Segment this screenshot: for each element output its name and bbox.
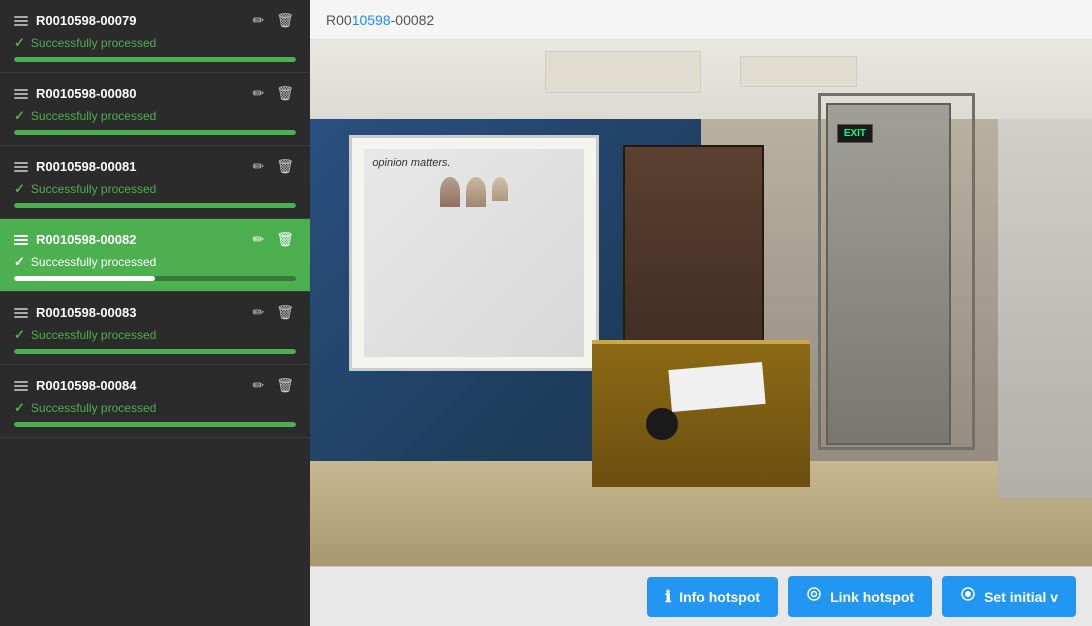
status-text: Successfully processed xyxy=(31,182,156,196)
delete-button[interactable]: 🗑 xyxy=(274,229,296,250)
item-title: R0010598-00084 xyxy=(36,378,136,393)
status-row: ✓ Successfully processed xyxy=(14,35,296,51)
link-icon xyxy=(806,586,822,607)
edit-button[interactable]: ✏ xyxy=(250,10,266,31)
pano-desk xyxy=(592,340,811,487)
pano-scene: opinion matters. EXIT xyxy=(310,40,1092,566)
list-item[interactable]: R0010598-00080 ✏ 🗑 ✓ Successfully proces… xyxy=(0,73,310,146)
check-icon: ✓ xyxy=(14,327,25,343)
drag-handle[interactable] xyxy=(14,162,28,172)
pano-papers xyxy=(668,362,765,412)
poster-people xyxy=(372,177,576,207)
item-actions: ✏ 🗑 xyxy=(250,83,296,104)
progress-bar-track xyxy=(14,57,296,62)
drag-handle[interactable] xyxy=(14,381,28,391)
delete-button[interactable]: 🗑 xyxy=(274,10,296,31)
status-text: Successfully processed xyxy=(31,401,156,415)
pano-door xyxy=(826,103,951,445)
status-row: ✓ Successfully processed xyxy=(14,108,296,124)
progress-bar-track xyxy=(14,130,296,135)
progress-bar-track xyxy=(14,349,296,354)
item-actions: ✏ 🗑 xyxy=(250,302,296,323)
corridor-wall xyxy=(998,119,1092,498)
sidebar: R0010598-00079 ✏ 🗑 ✓ Successfully proces… xyxy=(0,0,310,626)
list-item-active[interactable]: R0010598-00082 ✏ 🗑 ✓ Successfully proces… xyxy=(0,219,310,292)
check-icon: ✓ xyxy=(14,181,25,197)
status-row: ✓ Successfully processed xyxy=(14,327,296,343)
light-fixture-1 xyxy=(545,51,701,93)
progress-bar-fill xyxy=(14,349,296,354)
check-icon: ✓ xyxy=(14,35,25,51)
panorama-title: R0010598-00082 xyxy=(326,12,434,28)
link-hotspot-label: Link hotspot xyxy=(830,589,914,605)
edit-button[interactable]: ✏ xyxy=(250,229,266,250)
check-icon: ✓ xyxy=(14,400,25,416)
title-highlight: 10598 xyxy=(352,12,391,28)
set-initial-label: Set initial v xyxy=(984,589,1058,605)
link-hotspot-button[interactable]: Link hotspot xyxy=(788,576,932,617)
progress-bar-fill xyxy=(14,57,296,62)
main-content: R0010598-00082 opinion matters. xyxy=(310,0,1092,626)
drag-handle[interactable] xyxy=(14,308,28,318)
light-fixture-2 xyxy=(740,56,857,88)
info-icon: ℹ xyxy=(665,587,671,607)
panorama-viewer[interactable]: opinion matters. EXIT xyxy=(310,40,1092,566)
info-hotspot-button[interactable]: ℹ Info hotspot xyxy=(647,577,778,617)
drag-handle[interactable] xyxy=(14,235,28,245)
edit-button[interactable]: ✏ xyxy=(250,302,266,323)
delete-button[interactable]: 🗑 xyxy=(274,302,296,323)
poster-text: opinion matters. xyxy=(372,157,576,169)
edit-button[interactable]: ✏ xyxy=(250,375,266,396)
item-title: R0010598-00081 xyxy=(36,159,136,174)
item-title: R0010598-00079 xyxy=(36,13,136,28)
check-icon: ✓ xyxy=(14,254,25,270)
progress-bar-track xyxy=(14,422,296,427)
status-row: ✓ Successfully processed xyxy=(14,181,296,197)
status-text: Successfully processed xyxy=(31,36,156,50)
list-item[interactable]: R0010598-00079 ✏ 🗑 ✓ Successfully proces… xyxy=(0,0,310,73)
desk-object xyxy=(646,408,677,440)
drag-handle[interactable] xyxy=(14,16,28,26)
item-title: R0010598-00082 xyxy=(36,232,136,247)
list-item[interactable]: R0010598-00084 ✏ 🗑 ✓ Successfully proces… xyxy=(0,365,310,438)
delete-button[interactable]: 🗑 xyxy=(274,375,296,396)
status-row: ✓ Successfully processed xyxy=(14,254,296,270)
edit-button[interactable]: ✏ xyxy=(250,83,266,104)
progress-bar-fill xyxy=(14,422,296,427)
item-actions: ✏ 🗑 xyxy=(250,156,296,177)
progress-bar-fill xyxy=(14,203,296,208)
status-text: Successfully processed xyxy=(31,109,156,123)
progress-bar-fill xyxy=(14,276,155,281)
item-actions: ✏ 🗑 xyxy=(250,229,296,250)
drag-handle[interactable] xyxy=(14,89,28,99)
initial-icon xyxy=(960,586,976,607)
exit-sign: EXIT xyxy=(837,124,873,143)
status-text: Successfully processed xyxy=(31,328,156,342)
list-item[interactable]: R0010598-00081 ✏ 🗑 ✓ Successfully proces… xyxy=(0,146,310,219)
item-actions: ✏ 🗑 xyxy=(250,10,296,31)
edit-button[interactable]: ✏ xyxy=(250,156,266,177)
item-actions: ✏ 🗑 xyxy=(250,375,296,396)
set-initial-button[interactable]: Set initial v xyxy=(942,576,1076,617)
status-row: ✓ Successfully processed xyxy=(14,400,296,416)
check-icon: ✓ xyxy=(14,108,25,124)
progress-bar-fill xyxy=(14,130,296,135)
progress-bar-track xyxy=(14,203,296,208)
bottom-toolbar: ℹ Info hotspot Link hotspot Set initial … xyxy=(310,566,1092,626)
info-hotspot-label: Info hotspot xyxy=(679,589,760,605)
main-header: R0010598-00082 xyxy=(310,0,1092,40)
item-title: R0010598-00080 xyxy=(36,86,136,101)
status-text: Successfully processed xyxy=(31,255,156,269)
list-item[interactable]: R0010598-00083 ✏ 🗑 ✓ Successfully proces… xyxy=(0,292,310,365)
delete-button[interactable]: 🗑 xyxy=(274,156,296,177)
item-title: R0010598-00083 xyxy=(36,305,136,320)
progress-bar-track xyxy=(14,276,296,281)
delete-button[interactable]: 🗑 xyxy=(274,83,296,104)
pano-poster: opinion matters. xyxy=(349,135,599,372)
